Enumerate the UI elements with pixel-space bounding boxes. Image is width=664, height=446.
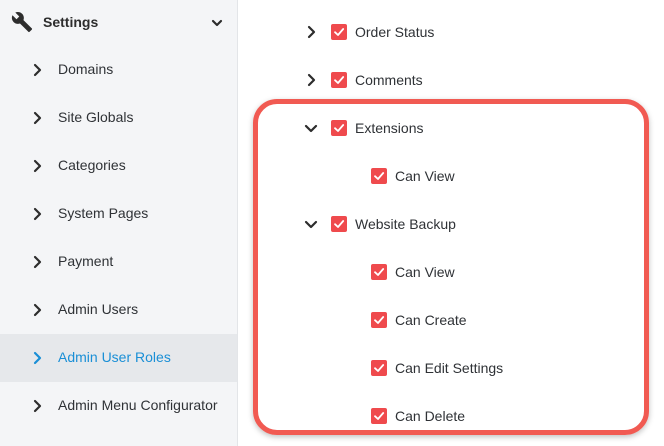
permission-label: Can View xyxy=(395,168,455,184)
extensions-can-view-checkbox[interactable] xyxy=(371,168,387,184)
chevron-right-icon xyxy=(33,399,42,413)
sidebar-item-site-globals[interactable]: Site Globals xyxy=(0,94,237,142)
sidebar-title: Settings xyxy=(43,14,99,30)
permission-backup-can-edit-settings: Can Edit Settings xyxy=(371,356,571,380)
chevron-right-icon xyxy=(33,303,42,317)
permission-label: Can View xyxy=(395,264,455,280)
checkmark-icon xyxy=(334,220,345,228)
sidebar-item-label: Admin Users xyxy=(58,301,139,317)
permission-label: Can Delete xyxy=(395,408,466,424)
sidebar-item-admin-menu-configurator[interactable]: Admin Menu Configurator xyxy=(0,382,237,430)
chevron-right-icon[interactable] xyxy=(304,73,318,87)
permission-label: Can Edit Settings xyxy=(395,360,504,376)
permission-label: Order Status xyxy=(355,24,435,40)
chevron-right-icon xyxy=(33,255,42,269)
permission-backup-can-create: Can Create xyxy=(371,308,551,332)
checkmark-icon xyxy=(374,172,385,180)
chevron-right-icon xyxy=(33,351,42,365)
sidebar-item-label: Admin User Roles xyxy=(58,349,171,365)
permission-website-backup: Website Backup xyxy=(304,212,524,236)
checkmark-icon xyxy=(334,28,345,36)
order-status-checkbox[interactable] xyxy=(331,24,347,40)
checkmark-icon xyxy=(374,364,385,372)
backup-can-edit-settings-checkbox[interactable] xyxy=(371,360,387,376)
chevron-right-icon xyxy=(33,207,42,221)
permission-label: Website Backup xyxy=(355,216,456,232)
permission-backup-can-delete: Can Delete xyxy=(371,404,551,428)
comments-checkbox[interactable] xyxy=(331,72,347,88)
settings-section-header[interactable]: Settings xyxy=(0,0,238,46)
checkmark-icon xyxy=(374,268,385,276)
chevron-right-icon xyxy=(33,111,42,125)
sidebar-item-admin-users[interactable]: Admin Users xyxy=(0,286,237,334)
sidebar-item-categories[interactable]: Categories xyxy=(0,142,237,190)
sidebar-item-label: Site Globals xyxy=(58,109,134,125)
sidebar-item-domains[interactable]: Domains xyxy=(0,46,237,94)
sidebar-item-label: Categories xyxy=(58,157,126,173)
backup-can-create-checkbox[interactable] xyxy=(371,312,387,328)
website-backup-checkbox[interactable] xyxy=(331,216,347,232)
sidebar-item-system-pages[interactable]: System Pages xyxy=(0,190,237,238)
chevron-right-icon xyxy=(33,63,42,77)
backup-can-delete-checkbox[interactable] xyxy=(371,408,387,424)
permission-comments: Comments xyxy=(304,68,504,92)
chevron-down-icon[interactable] xyxy=(211,17,223,29)
sidebar-item-admin-user-roles[interactable]: Admin User Roles xyxy=(0,334,237,382)
permission-backup-can-view: Can View xyxy=(371,260,551,284)
permission-label: Can Create xyxy=(395,312,467,328)
sidebar-item-label: Domains xyxy=(58,61,114,77)
wrench-icon xyxy=(11,12,33,33)
permission-label: Comments xyxy=(355,72,423,88)
permission-extensions: Extensions xyxy=(304,116,504,140)
permission-order-status: Order Status xyxy=(304,20,504,44)
sidebar-item-label: System Pages xyxy=(58,205,149,221)
checkmark-icon xyxy=(334,124,345,132)
chevron-right-icon[interactable] xyxy=(304,25,318,39)
checkmark-icon xyxy=(374,412,385,420)
sidebar-item-payment[interactable]: Payment xyxy=(0,238,237,286)
extensions-checkbox[interactable] xyxy=(331,120,347,136)
sidebar-item-label: Payment xyxy=(58,253,114,269)
checkmark-icon xyxy=(374,316,385,324)
permission-extensions-can-view: Can View xyxy=(371,164,531,188)
backup-can-view-checkbox[interactable] xyxy=(371,264,387,280)
chevron-right-icon xyxy=(33,159,42,173)
checkmark-icon xyxy=(334,76,345,84)
permission-label: Extensions xyxy=(355,120,424,136)
settings-sidebar: Settings Domains Site Globals Categories… xyxy=(0,0,238,446)
chevron-down-icon[interactable] xyxy=(304,217,318,231)
chevron-down-icon[interactable] xyxy=(304,121,318,135)
sidebar-item-label: Admin Menu Configurator xyxy=(58,397,218,413)
